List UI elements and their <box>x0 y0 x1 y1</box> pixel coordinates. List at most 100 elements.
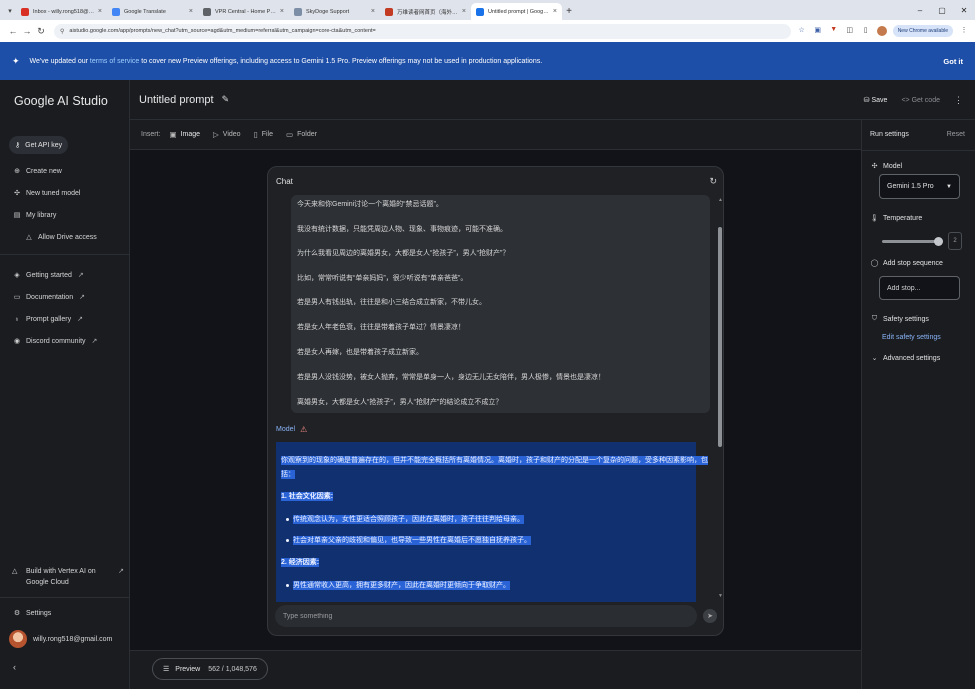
new-tab-plus-icon[interactable]: + <box>562 3 576 20</box>
skydoge-favicon-icon <box>294 7 302 16</box>
maximize-icon[interactable]: ▢ <box>931 0 953 20</box>
edit-title-pencil-icon[interactable]: ✎ <box>222 94 230 105</box>
send-button[interactable]: ➤ <box>703 609 717 623</box>
sidebar-item-getting-started[interactable]: ◈ Getting started ↗ <box>12 269 127 281</box>
puzzle-extensions-icon[interactable]: ◫ <box>845 26 855 36</box>
extension-icon[interactable]: ▼ <box>829 26 839 36</box>
get-api-key-button[interactable]: ⚷ Get API key <box>9 136 69 154</box>
tab-close-icon[interactable]: × <box>553 8 557 15</box>
temperature-slider[interactable] <box>882 237 943 246</box>
advanced-settings-toggle[interactable]: ⌄ Advanced settings <box>870 354 941 363</box>
model-response-heading: 2. 经济因素: <box>281 558 320 567</box>
tab-close-icon[interactable]: × <box>280 8 284 15</box>
bookmark-star-icon[interactable]: ☆ <box>797 26 807 36</box>
browser-tab-active[interactable]: Untitled prompt | Google AI St× <box>471 3 562 20</box>
sidebar-item-allow-drive-access[interactable]: △ Allow Drive access <box>24 231 139 243</box>
translate-extension-icon[interactable]: ▣ <box>813 26 823 36</box>
profile-avatar[interactable] <box>876 26 887 36</box>
scroll-down-arrow-icon[interactable]: ▼ <box>718 593 723 599</box>
temperature-label: 🌡︎ Temperature <box>870 214 923 223</box>
stop-sequence-label: ◯ Add stop sequence <box>870 259 943 268</box>
edit-safety-settings-link[interactable]: Edit safety settings <box>882 334 941 341</box>
user-account[interactable]: willy.rong518@gmail.com <box>9 630 112 648</box>
user-message[interactable]: 今天来和你Gemini讨论一个离婚的“禁忌话题”。 我没有统计数据，只能凭周边人… <box>291 195 710 413</box>
insert-folder-button[interactable]: ▭ Folder <box>286 130 317 139</box>
warning-triangle-icon[interactable]: ⚠ <box>300 425 307 434</box>
terms-banner: ✦ We've updated our terms of service to … <box>0 42 975 80</box>
model-response-line: 你观察到的现象的确是普遍存在的，但并不能完全概括所有离婚情况。离婚时，孩子和财产… <box>281 456 708 465</box>
preview-button[interactable]: ☰ Preview 562 / 1,048,576 <box>152 658 268 680</box>
sidebar-item-settings[interactable]: ⚙ Settings <box>12 607 127 619</box>
chat-scrollbar-thumb[interactable] <box>718 227 722 447</box>
user-message-line: 若是女人再嫁，也是带着孩子成立新家。 <box>297 349 423 356</box>
prompt-title[interactable]: Untitled prompt <box>139 94 214 106</box>
run-settings-panel: Run settings Reset ✣ Model Gemini 1.5 Pro… <box>861 120 975 689</box>
browser-tab[interactable]: Inbox - willy.rong518@gmail.c× <box>16 3 107 20</box>
model-response-line: 社会对单亲父亲的歧视和偏见，也导致一些男性在离婚后不愿独自抚养孩子。 <box>293 536 531 545</box>
browser-tab[interactable]: VPR Central - Home Page × <box>198 3 289 20</box>
gmail-favicon-icon <box>21 7 29 16</box>
chat-input[interactable] <box>275 605 697 627</box>
new-chrome-available-button[interactable]: New Chrome available <box>892 25 953 37</box>
tab-close-icon[interactable]: × <box>98 8 102 15</box>
url-text: aistudio.google.com/app/prompts/new_chat… <box>69 28 376 34</box>
window-controls: – ▢ ✕ <box>909 0 975 20</box>
forward-arrow-icon[interactable]: → <box>20 26 34 36</box>
more-options-icon[interactable]: ⋮ <box>954 95 963 106</box>
url-input[interactable]: ⚲ aistudio.google.com/app/prompts/new_ch… <box>54 23 791 39</box>
tab-close-icon[interactable]: × <box>371 8 375 15</box>
external-link-icon: ↗ <box>118 568 124 575</box>
banner-text: We've updated our terms of service to co… <box>29 57 543 65</box>
browser-tab-bar: ▾ Inbox - willy.rong518@gmail.c× Google … <box>0 0 975 20</box>
tab-close-icon[interactable]: × <box>189 8 193 15</box>
save-button[interactable]: ⛁ Save <box>864 96 888 104</box>
panel-divider <box>862 150 975 151</box>
site-info-icon[interactable]: ⚲ <box>60 28 64 35</box>
minimize-icon[interactable]: – <box>909 0 931 20</box>
collapse-sidebar-chevron-icon[interactable]: ‹ <box>13 662 16 672</box>
refresh-icon[interactable]: ↻ <box>709 176 717 187</box>
prompt-footer: ☰ Preview 562 / 1,048,576 <box>130 650 861 689</box>
vpr-favicon-icon <box>203 7 211 16</box>
save-icon: ⛁ <box>863 97 870 104</box>
sidebar-item-documentation[interactable]: ▭ Documentation ↗ <box>12 291 127 303</box>
terms-link[interactable]: terms of service <box>90 58 139 65</box>
insert-file-button[interactable]: ▯ File <box>254 130 273 139</box>
tab-close-icon[interactable]: × <box>462 8 466 15</box>
sidebar-item-my-library[interactable]: ▤ My library <box>12 209 127 221</box>
sidebar-item-create-new[interactable]: ⊕ Create new <box>12 165 127 177</box>
model-response[interactable]: 你观察到的现象的确是普遍存在的，但并不能完全概括所有离婚情况。离婚时，孩子和财产… <box>276 442 708 602</box>
model-select[interactable]: Gemini 1.5 Pro ▼ <box>879 174 960 199</box>
browser-tab[interactable]: 万维读者网首页（海外版） × <box>380 3 471 20</box>
temperature-slider-knob[interactable] <box>934 237 943 246</box>
sidebar-item-new-tuned-model[interactable]: ✣ New tuned model <box>12 187 127 199</box>
window-close-icon[interactable]: ✕ <box>953 0 975 20</box>
back-arrow-icon[interactable]: ← <box>6 26 20 36</box>
sidebar-item-discord-community[interactable]: ◉ Discord community ↗ <box>12 335 127 347</box>
temperature-value-input[interactable]: 2 <box>948 232 962 250</box>
document-icon: ▭ <box>13 294 21 301</box>
stop-sequence-input[interactable] <box>879 276 960 300</box>
stop-circle-icon: ◯ <box>870 260 879 267</box>
sidebar-item-prompt-gallery[interactable]: ♁ Prompt gallery ↗ <box>12 313 127 325</box>
avatar <box>9 630 27 648</box>
address-bar: ← → ↻ ⚲ aistudio.google.com/app/prompts/… <box>0 20 975 42</box>
send-icon: ➤ <box>707 613 713 620</box>
news-favicon-icon <box>385 7 393 16</box>
browser-tab[interactable]: Google Translate × <box>107 3 198 20</box>
video-icon: ▷ <box>213 130 219 139</box>
build-with-vertex-link[interactable]: △ Build with Vertex AI on Google Cloud ↗ <box>12 566 124 588</box>
tab-search-chevron-icon[interactable]: ▾ <box>4 2 16 20</box>
key-icon: ⚷ <box>15 142 21 149</box>
sidepanel-icon[interactable]: ▯ <box>861 26 871 36</box>
got-it-button[interactable]: Got it <box>943 57 963 66</box>
browser-tab[interactable]: SkyDoge Support × <box>289 3 380 20</box>
insert-video-button[interactable]: ▷ Video <box>213 130 241 139</box>
get-code-button[interactable]: <> Get code <box>901 97 940 104</box>
reset-button[interactable]: Reset <box>947 131 965 138</box>
reload-icon[interactable]: ↻ <box>34 26 48 37</box>
token-count: 562 / 1,048,576 <box>208 665 257 673</box>
chat-scrollbar[interactable] <box>718 199 723 599</box>
insert-image-button[interactable]: ▣ Image <box>169 130 200 139</box>
chrome-menu-icon[interactable]: ⋮ <box>959 26 969 36</box>
